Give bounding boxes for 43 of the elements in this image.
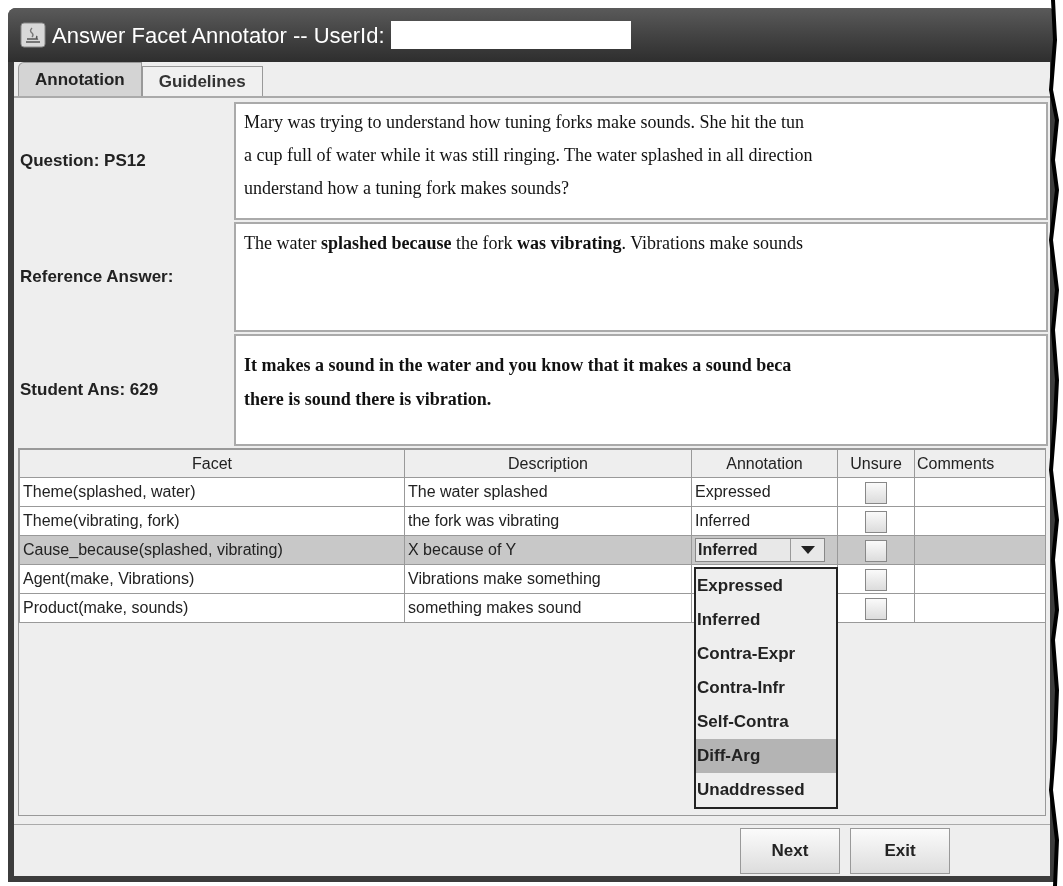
question-label: Question: PS12 <box>19 150 147 173</box>
dialog-button[interactable]: Exit <box>850 827 950 874</box>
column-header: Description <box>404 449 692 478</box>
column-header: Unsure <box>837 449 915 478</box>
table-cell: Agent(make, Vibrations) <box>23 570 195 587</box>
table-cell: Theme(vibrating, fork) <box>23 512 180 529</box>
table-row[interactable]: Theme(vibrating, fork) the fork was vibrating Inferred <box>19 506 1045 536</box>
table-cell: Cause_because(splashed, vibrating) <box>23 541 283 558</box>
student-answer-label: Student Ans: 629 <box>19 379 160 402</box>
table-row[interactable]: Cause_because(splashed, vibrating) X because of Y Inferred <box>19 535 1045 565</box>
dropdown-option[interactable]: Self-Contra <box>696 705 836 739</box>
student-answer-text: It makes a sound in the water and you know that it makes a sound beca there is sound there is vibration. <box>234 334 1048 446</box>
table-row[interactable]: Theme(splashed, water) The water splashed Expressed <box>19 477 1045 507</box>
app-icon <box>20 22 46 48</box>
tab[interactable]: Guidelines <box>141 66 263 96</box>
dropdown-option[interactable]: Unaddressed <box>696 773 836 807</box>
unsure-checkbox[interactable] <box>865 597 887 620</box>
tab[interactable]: Annotation <box>18 62 142 96</box>
table-cell: Theme(splashed, water) <box>23 483 196 500</box>
dropdown-option[interactable]: Diff-Arg <box>696 739 836 773</box>
reference-answer-text: The water splashed because the fork was vibrating. Vibrations make sounds <box>234 222 1048 332</box>
table-cell: Product(make, sounds) <box>23 599 189 616</box>
table-cell: something makes sound <box>408 599 582 616</box>
table-cell: Vibrations make something <box>408 570 601 587</box>
table-cell: Expressed <box>695 483 771 500</box>
table-cell: X because of Y <box>408 541 517 558</box>
unsure-checkbox[interactable] <box>865 510 887 533</box>
table-cell: the fork was vibrating <box>408 512 560 529</box>
table-cell: Inferred <box>695 512 751 529</box>
column-header: Facet <box>19 449 405 478</box>
dropdown-option[interactable]: Contra-Infr <box>696 671 836 705</box>
unsure-checkbox[interactable] <box>865 481 887 504</box>
window-title: Answer Facet Annotator -- UserId: <box>52 21 385 50</box>
unsure-checkbox[interactable] <box>865 539 887 562</box>
question-text: Mary was trying to understand how tuning forks make sounds. She hit the tun a cup full of water while it was still ringing. The water splashed in all direction understand how a tuning fork makes sounds? <box>234 102 1048 220</box>
unsure-checkbox[interactable] <box>865 568 887 591</box>
annotation-dropdown[interactable]: Inferred <box>695 538 825 562</box>
table-cell: The water splashed <box>408 483 548 500</box>
reference-answer-label: Reference Answer: <box>19 266 175 289</box>
dropdown-option[interactable]: Contra-Expr <box>696 637 836 671</box>
dialog-button[interactable]: Next <box>740 827 840 874</box>
column-header: Annotation <box>691 449 838 478</box>
caret-icon <box>800 546 815 554</box>
